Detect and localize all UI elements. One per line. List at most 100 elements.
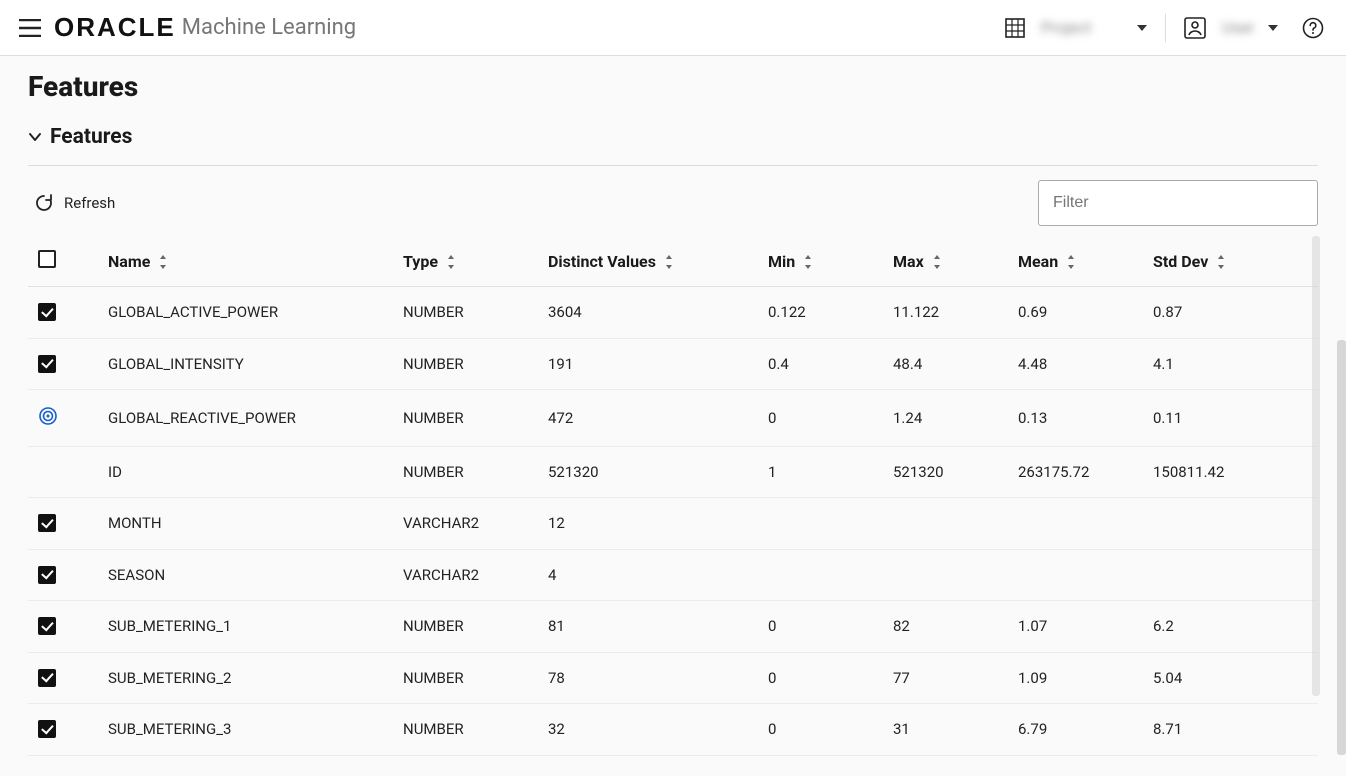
cell-distinct: 3604 bbox=[538, 287, 758, 339]
cell-mean: 1.09 bbox=[1008, 652, 1143, 704]
cell-name: SUB_METERING_1 bbox=[98, 601, 393, 653]
header-separator bbox=[1165, 14, 1166, 42]
cell-name: GLOBAL_REACTIVE_POWER bbox=[98, 390, 393, 447]
table-scrollbar[interactable] bbox=[1312, 236, 1320, 696]
cell-mean: 0.69 bbox=[1008, 287, 1143, 339]
sort-icon bbox=[932, 255, 942, 269]
cell-distinct: 81 bbox=[538, 601, 758, 653]
user-menu[interactable] bbox=[1176, 8, 1214, 48]
table-row[interactable]: SUB_METERING_2NUMBER780771.095.04 bbox=[28, 652, 1318, 704]
cell-type: NUMBER bbox=[393, 601, 538, 653]
chevron-down-icon bbox=[1268, 25, 1278, 31]
cell-max bbox=[883, 549, 1008, 601]
features-section: Refresh Name Type Distin bbox=[28, 165, 1318, 756]
cell-distinct: 4 bbox=[538, 549, 758, 601]
col-header-select[interactable] bbox=[28, 236, 98, 287]
table-row[interactable]: SEASONVARCHAR24 bbox=[28, 549, 1318, 601]
brand-logo: ORACLE bbox=[54, 12, 176, 43]
row-checkbox[interactable] bbox=[38, 566, 56, 584]
help-button[interactable] bbox=[1294, 8, 1332, 48]
cell-type: NUMBER bbox=[393, 447, 538, 498]
hamburger-icon bbox=[19, 19, 41, 37]
cell-min bbox=[758, 549, 883, 601]
help-icon bbox=[1302, 17, 1324, 39]
sort-icon bbox=[803, 255, 813, 269]
sort-icon bbox=[1216, 255, 1226, 269]
table-row[interactable]: IDNUMBER5213201521320263175.72150811.42 bbox=[28, 447, 1318, 498]
page-title: Features bbox=[28, 70, 1318, 103]
cell-max: 82 bbox=[883, 601, 1008, 653]
row-select-cell bbox=[28, 652, 98, 704]
cell-mean: 4.48 bbox=[1008, 338, 1143, 390]
table-row[interactable]: GLOBAL_ACTIVE_POWERNUMBER36040.12211.122… bbox=[28, 287, 1318, 339]
table-row[interactable]: GLOBAL_REACTIVE_POWERNUMBER47201.240.130… bbox=[28, 390, 1318, 447]
cell-name: SUB_METERING_2 bbox=[98, 652, 393, 704]
section-title: Features bbox=[50, 125, 132, 149]
table-row[interactable]: MONTHVARCHAR212 bbox=[28, 498, 1318, 550]
cell-min bbox=[758, 498, 883, 550]
row-checkbox[interactable] bbox=[38, 355, 56, 373]
select-all-checkbox[interactable] bbox=[38, 250, 56, 268]
cell-min: 0 bbox=[758, 390, 883, 447]
cell-type: NUMBER bbox=[393, 390, 538, 447]
cell-name: MONTH bbox=[98, 498, 393, 550]
cell-max: 11.122 bbox=[883, 287, 1008, 339]
cell-std: 0.87 bbox=[1143, 287, 1318, 339]
cell-mean bbox=[1008, 549, 1143, 601]
row-select-cell bbox=[28, 447, 98, 498]
cell-name: ID bbox=[98, 447, 393, 498]
cell-max: 1.24 bbox=[883, 390, 1008, 447]
row-checkbox[interactable] bbox=[38, 617, 56, 635]
refresh-button[interactable]: Refresh bbox=[28, 185, 121, 221]
features-toolbar: Refresh bbox=[28, 180, 1318, 226]
col-header-std[interactable]: Std Dev bbox=[1143, 236, 1318, 287]
user-dropdown[interactable] bbox=[1254, 8, 1286, 48]
cell-type: VARCHAR2 bbox=[393, 498, 538, 550]
user-name-blurred[interactable]: User bbox=[1214, 8, 1254, 48]
cell-distinct: 32 bbox=[538, 704, 758, 756]
col-header-type[interactable]: Type bbox=[393, 236, 538, 287]
cell-max: 31 bbox=[883, 704, 1008, 756]
table-header-row: Name Type Distinct Values Min Max Mean S… bbox=[28, 236, 1318, 287]
features-table-wrap: Name Type Distinct Values Min Max Mean S… bbox=[28, 236, 1318, 756]
row-checkbox[interactable] bbox=[38, 303, 56, 321]
col-header-distinct[interactable]: Distinct Values bbox=[538, 236, 758, 287]
cell-mean: 6.79 bbox=[1008, 704, 1143, 756]
menu-button[interactable] bbox=[10, 8, 50, 48]
page-body: Features Features Refresh bbox=[0, 56, 1346, 776]
row-select-cell bbox=[28, 287, 98, 339]
cell-std bbox=[1143, 498, 1318, 550]
project-name-blurred[interactable]: Project bbox=[1033, 8, 1123, 48]
table-row[interactable]: SUB_METERING_3NUMBER320316.798.71 bbox=[28, 704, 1318, 756]
row-checkbox[interactable] bbox=[38, 514, 56, 532]
col-header-min[interactable]: Min bbox=[758, 236, 883, 287]
cell-name: GLOBAL_ACTIVE_POWER bbox=[98, 287, 393, 339]
row-select-cell bbox=[28, 704, 98, 756]
project-dropdown[interactable] bbox=[1123, 8, 1155, 48]
refresh-icon bbox=[34, 193, 54, 213]
col-header-max[interactable]: Max bbox=[883, 236, 1008, 287]
project-selector[interactable] bbox=[997, 8, 1033, 48]
row-checkbox[interactable] bbox=[38, 720, 56, 738]
cell-mean: 0.13 bbox=[1008, 390, 1143, 447]
col-header-name[interactable]: Name bbox=[98, 236, 393, 287]
cell-distinct: 12 bbox=[538, 498, 758, 550]
table-row[interactable]: SUB_METERING_1NUMBER810821.076.2 bbox=[28, 601, 1318, 653]
cell-mean: 263175.72 bbox=[1008, 447, 1143, 498]
row-checkbox[interactable] bbox=[38, 669, 56, 687]
table-row[interactable]: GLOBAL_INTENSITYNUMBER1910.448.44.484.1 bbox=[28, 338, 1318, 390]
section-toggle-features[interactable]: Features bbox=[28, 125, 1318, 149]
filter-input[interactable] bbox=[1038, 180, 1318, 226]
row-select-cell bbox=[28, 601, 98, 653]
cell-type: NUMBER bbox=[393, 652, 538, 704]
cell-type: NUMBER bbox=[393, 704, 538, 756]
target-icon bbox=[38, 406, 58, 426]
sort-icon bbox=[446, 255, 456, 269]
refresh-label: Refresh bbox=[64, 194, 115, 212]
page-scrollbar[interactable] bbox=[1337, 340, 1346, 755]
chevron-down-icon bbox=[1137, 25, 1147, 31]
col-header-mean[interactable]: Mean bbox=[1008, 236, 1143, 287]
cell-std: 150811.42 bbox=[1143, 447, 1318, 498]
row-select-cell bbox=[28, 498, 98, 550]
cell-std: 6.2 bbox=[1143, 601, 1318, 653]
